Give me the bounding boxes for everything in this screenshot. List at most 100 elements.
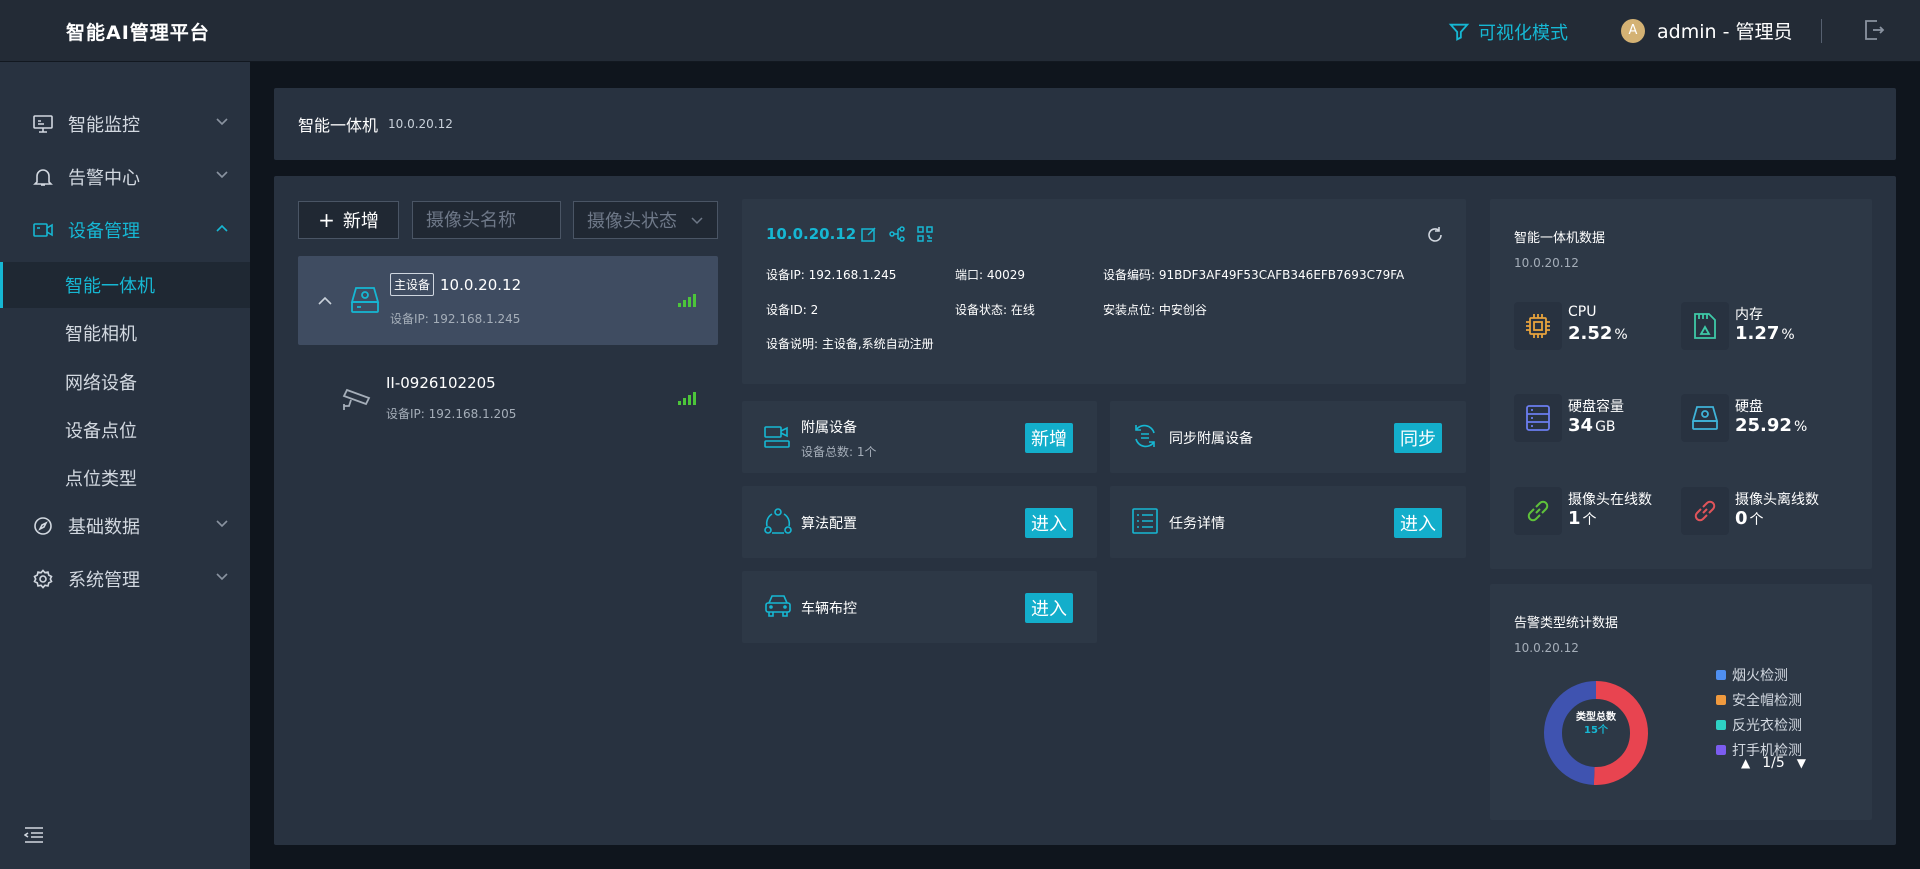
info-device-id: 设备ID: 2 (766, 303, 819, 317)
menu-system-management[interactable]: 系统管理 (0, 557, 250, 601)
menu-label: 智能监控 (68, 115, 140, 136)
enter-task-button[interactable]: 进入 (1394, 508, 1442, 538)
enter-algorithm-button[interactable]: 进入 (1025, 508, 1073, 538)
user-label: admin - 管理员 (1657, 21, 1793, 43)
filter-icon (1448, 23, 1470, 41)
cctv-camera-icon (342, 388, 371, 410)
device-info-ip: 10.0.20.12 (766, 225, 857, 243)
add-attached-device-button[interactable]: 新增 (1025, 423, 1073, 453)
stat-label: 内存 (1735, 307, 1763, 323)
divider (1821, 19, 1822, 43)
main-device-tag: 主设备 (390, 273, 435, 296)
memory-card-icon (1681, 302, 1729, 350)
stat-label: 摄像头在线数 (1568, 492, 1652, 508)
pager-next-icon[interactable]: ▼ (1797, 756, 1806, 770)
legend-swatch (1716, 720, 1726, 730)
camera-device-icon (32, 219, 54, 241)
bell-icon (32, 166, 54, 188)
submenu-network-device[interactable]: 网络设备 (0, 359, 250, 405)
task-detail-title: 任务详情 (1169, 516, 1225, 532)
menu-collapse-icon (23, 827, 43, 843)
pager-prev-icon[interactable]: ▲ (1741, 756, 1750, 770)
link-icon (1514, 487, 1562, 535)
qrcode-icon[interactable] (917, 226, 933, 242)
task-detail-card: 任务详情 进入 (1110, 486, 1466, 558)
algorithm-config-card: 算法配置 进入 (742, 486, 1097, 558)
sync-button[interactable]: 同步 (1394, 423, 1442, 453)
top-bar: 智能AI管理平台 可视化模式 A admin - 管理员 (0, 0, 1920, 62)
device-info-card: 10.0.20.12 设备IP: 192.168.1.245 端口: 40029… (742, 199, 1466, 384)
algorithm-icon (764, 508, 792, 534)
device-row-camera[interactable]: II-0926102205 设备IP: 192.168.1.205 (298, 354, 718, 443)
visualization-mode-button[interactable]: 可视化模式 (1448, 19, 1568, 45)
legend-swatch (1716, 695, 1726, 705)
donut-center-value: 15个 (1584, 725, 1608, 736)
submenu-device-point[interactable]: 设备点位 (0, 407, 250, 453)
page-title: 智能一体机 (298, 116, 379, 135)
stat-value: 0个 (1735, 508, 1764, 529)
menu-alarm-center[interactable]: 告警中心 (0, 155, 250, 199)
topology-icon[interactable] (889, 226, 905, 242)
logout-button[interactable] (1863, 18, 1885, 46)
chevron-up-icon (216, 224, 228, 232)
camera-status-select[interactable]: 摄像头状态 (573, 201, 718, 239)
camera-name-input[interactable] (412, 201, 561, 239)
info-device-ip: 设备IP: 192.168.1.245 (766, 268, 897, 282)
sync-devices-card: 同步附属设备 同步 (1110, 401, 1466, 473)
avatar: A (1621, 18, 1645, 43)
add-label: 新增 (342, 211, 379, 232)
device-stats-card: 智能一体机数据 10.0.20.12 CPU 2.52% 内存 1.27% 硬盘… (1490, 199, 1872, 569)
status-placeholder: 摄像头状态 (587, 211, 677, 232)
submenu-smart-all-in-one[interactable]: 智能一体机 (0, 262, 250, 308)
menu-device-management[interactable]: 设备管理 (0, 208, 250, 252)
legend-item[interactable]: 烟火检测 (1716, 665, 1788, 685)
submenu-point-type[interactable]: 点位类型 (0, 455, 250, 501)
device-name: 10.0.20.12 (440, 276, 522, 294)
alarm-title: 告警类型统计数据 (1514, 616, 1619, 631)
legend-item[interactable]: 反光衣检测 (1716, 715, 1802, 735)
disk-icon (1681, 394, 1729, 442)
stat-value: 1.27% (1735, 323, 1795, 344)
user-menu[interactable]: A admin - 管理员 (1621, 17, 1792, 44)
device-ip: 设备IP: 192.168.1.245 (390, 312, 521, 326)
page-ip: 10.0.20.12 (388, 117, 453, 131)
chevron-down-icon (216, 118, 228, 126)
refresh-icon[interactable] (1426, 226, 1444, 244)
plus-icon: + (318, 208, 335, 232)
stats-title: 智能一体机数据 (1514, 231, 1606, 246)
logout-icon (1865, 20, 1885, 40)
info-status: 设备状态: 在线 (955, 303, 1035, 317)
task-list-icon (1132, 508, 1158, 534)
stat-camera-online: 摄像头在线数 1个 (1514, 487, 1684, 537)
stat-value: 25.92% (1735, 415, 1808, 436)
menu-label: 系统管理 (68, 570, 140, 591)
sidebar: 智能监控 告警中心 设备管理 智能一体机 智能相机 网络设备 设备点位 点位类型… (0, 62, 250, 869)
stat-cpu: CPU 2.52% (1514, 302, 1684, 352)
legend-item[interactable]: 安全帽检测 (1716, 690, 1802, 710)
submenu-smart-camera[interactable]: 智能相机 (0, 310, 250, 356)
chevron-up-icon[interactable] (318, 296, 332, 305)
menu-smart-monitor[interactable]: 智能监控 (0, 102, 250, 146)
stat-disk-capacity: 硬盘容量 34 GB (1514, 394, 1684, 444)
menu-base-data[interactable]: 基础数据 (0, 504, 250, 548)
monitor-icon (32, 113, 54, 135)
stat-label: 硬盘容量 (1568, 399, 1624, 415)
stat-label: 摄像头离线数 (1735, 492, 1819, 508)
signal-icon (678, 392, 696, 405)
device-info-actions (861, 226, 933, 242)
add-camera-button[interactable]: + 新增 (298, 201, 399, 239)
enter-vehicle-button[interactable]: 进入 (1025, 593, 1073, 623)
attached-devices-card: 附属设备 设备总数: 1个 新增 (742, 401, 1097, 473)
gear-icon (32, 568, 54, 590)
app-title: 智能AI管理平台 (66, 22, 210, 44)
device-row-main[interactable]: 主设备 10.0.20.12 设备IP: 192.168.1.245 (298, 256, 718, 345)
alarm-subtitle: 10.0.20.12 (1514, 641, 1579, 655)
stats-subtitle: 10.0.20.12 (1514, 256, 1579, 270)
vehicle-control-card: 车辆布控 进入 (742, 571, 1097, 643)
edit-icon[interactable] (861, 226, 877, 242)
visualization-mode-label: 可视化模式 (1478, 23, 1568, 44)
collapse-sidebar-button[interactable] (23, 826, 44, 848)
stat-memory: 内存 1.27% (1681, 302, 1851, 352)
chip-icon (1514, 302, 1562, 350)
legend-swatch (1716, 670, 1726, 680)
